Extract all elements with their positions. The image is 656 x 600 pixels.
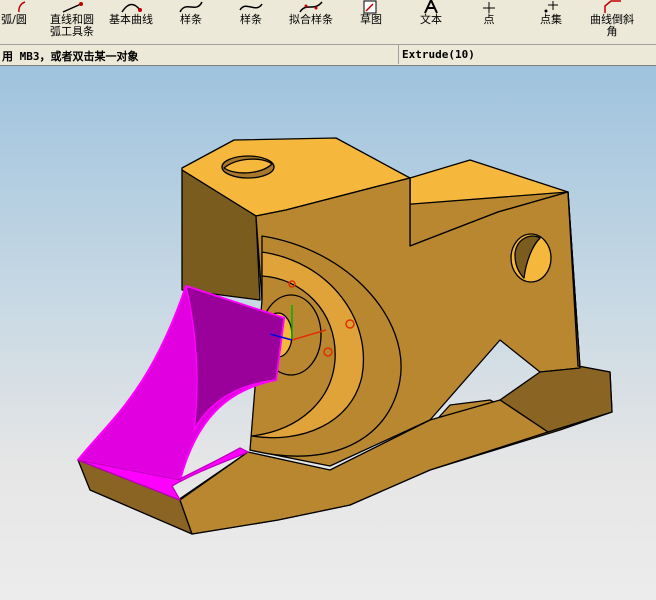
curve-chamfer-label: 曲线倒斜角 <box>590 13 634 38</box>
text-icon <box>418 0 444 14</box>
text-label: 文本 <box>420 13 442 26</box>
spline-button-2[interactable]: 样条 <box>234 0 268 44</box>
operation-status: Extrude(10) <box>402 48 475 61</box>
basic-curve-icon <box>118 0 144 14</box>
status-line: Extrude(10) <box>398 45 656 64</box>
sketch-button[interactable]: 草图 <box>356 0 386 44</box>
text-button[interactable]: 文本 <box>414 0 448 44</box>
point-icon <box>476 0 502 14</box>
spline-button[interactable]: 样条 <box>174 0 208 44</box>
line-arc-toolbar-button[interactable]: 直线和圆弧工具条 <box>44 0 100 44</box>
spline-icon <box>238 0 264 14</box>
basic-curve-button[interactable]: 基本曲线 <box>104 0 158 44</box>
arc-circle-label: 弧/圆 <box>1 13 27 26</box>
fit-spline-button[interactable]: 拟合样条 <box>284 0 338 44</box>
curve-chamfer-icon <box>599 0 625 14</box>
sketch-icon <box>358 0 384 14</box>
basic-curve-label: 基本曲线 <box>109 13 153 26</box>
spline-label: 样条 <box>180 13 202 26</box>
point-set-icon <box>538 0 564 14</box>
point-set-label: 点集 <box>540 13 562 26</box>
arc-circle-button[interactable]: 弧/圆 <box>0 0 34 44</box>
curve-toolbar: 弧/圆 直线和圆弧工具条 基本曲线 样条 样条 拟合样条 草图 文本 点 点集 … <box>0 0 656 45</box>
point-set-button[interactable]: 点集 <box>532 0 570 44</box>
cue-line-prompt: 用 MB3，或者双击某一对象 <box>2 50 139 63</box>
point-label: 点 <box>483 13 495 26</box>
spline-icon <box>178 0 204 14</box>
graphics-viewport[interactable] <box>0 66 656 600</box>
line-arc-toolbar-label: 直线和圆弧工具条 <box>50 13 94 38</box>
point-button[interactable]: 点 <box>474 0 504 44</box>
line-arc-toolbar-icon <box>59 0 85 14</box>
bracket-model[interactable] <box>0 66 656 600</box>
status-bar: 用 MB3，或者双击某一对象 Extrude(10) <box>0 45 656 66</box>
arc-circle-icon <box>1 0 27 14</box>
spline-label-2: 样条 <box>240 13 262 26</box>
sketch-label: 草图 <box>360 13 382 26</box>
fit-spline-label: 拟合样条 <box>289 13 333 26</box>
curve-chamfer-button[interactable]: 曲线倒斜角 <box>584 0 640 44</box>
fit-spline-icon <box>298 0 324 14</box>
